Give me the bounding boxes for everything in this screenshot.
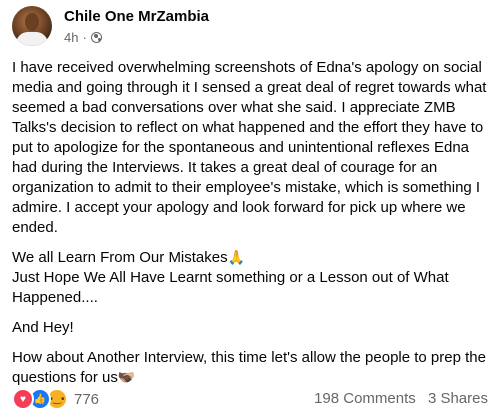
avatar-face <box>25 13 39 31</box>
meta-separator: · <box>82 30 87 45</box>
shares-count[interactable]: 3 Shares <box>428 390 488 407</box>
post-meta: 4h · <box>64 30 102 45</box>
post-stats: 198 Comments 3 Shares <box>314 390 488 407</box>
post-body: I have received overwhelming screenshots… <box>12 58 492 398</box>
closing-text: How about Another Interview, this time l… <box>12 349 486 386</box>
reactions-summary[interactable]: ♥ 👍 •‿• 776 <box>12 388 99 410</box>
facebook-post: Chile One MrZambia 4h · I have received … <box>0 0 500 418</box>
author-name[interactable]: Chile One MrZambia <box>64 8 209 25</box>
post-header: Chile One MrZambia 4h · <box>12 6 488 50</box>
post-time[interactable]: 4h <box>64 30 78 45</box>
post-paragraph: We all Learn From Our Mistakes🙏 Just Hop… <box>12 248 492 308</box>
learn-line-2: Just Hope We All Have Learnt something o… <box>12 269 449 306</box>
folded-hands-emoji-icon: 🙏 <box>227 249 246 265</box>
post-footer: ♥ 👍 •‿• 776 198 Comments 3 Shares <box>12 388 488 410</box>
post-paragraph: I have received overwhelming screenshots… <box>12 59 487 236</box>
learn-line-1: We all Learn From Our Mistakes <box>12 249 228 266</box>
love-reaction-icon: ♥ <box>12 388 34 410</box>
post-paragraph: How about Another Interview, this time l… <box>12 348 492 388</box>
author-avatar[interactable] <box>12 6 52 46</box>
reaction-count[interactable]: 776 <box>74 391 99 408</box>
avatar-shirt <box>16 32 48 46</box>
globe-icon[interactable] <box>90 32 102 43</box>
handshake-emoji-icon: 🫱🏿‍🫲🏼 <box>117 369 136 385</box>
post-paragraph: And Hey! <box>12 319 74 336</box>
comments-count[interactable]: 198 Comments <box>314 390 416 407</box>
